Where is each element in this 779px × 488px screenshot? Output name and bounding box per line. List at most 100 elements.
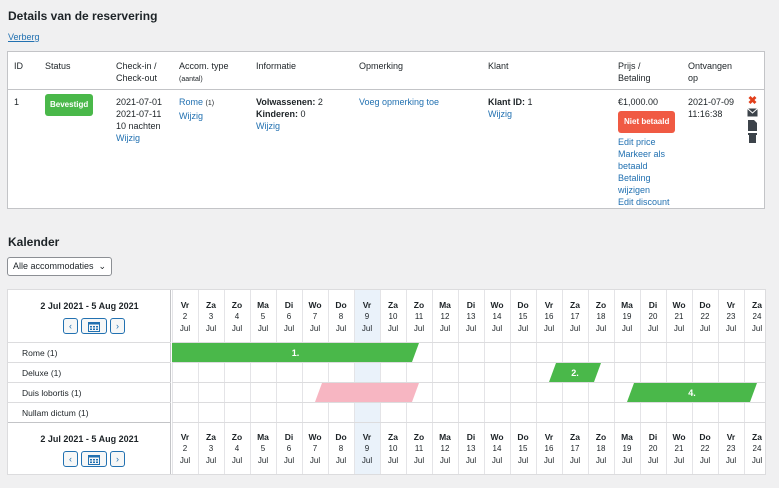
room-row-duis-lobortis: Duis lobortis (1) (8, 382, 171, 402)
day-header: Vr 16 Jul (543, 300, 555, 333)
range-title: 2 Jul 2021 - 5 Aug 2021 (40, 434, 139, 444)
day-header: Za 24 Jul (751, 300, 763, 333)
day-header: Ma 19 Jul (621, 432, 633, 465)
day-header: Do 22 Jul (699, 432, 711, 465)
day-header: Zo 11 Jul (413, 300, 425, 333)
trash-icon[interactable] (747, 132, 758, 143)
day-header: Za 17 Jul (569, 432, 581, 465)
calendar-heading: Kalender (8, 235, 60, 249)
room-row-deluxe: Deluxe (1) (8, 362, 171, 382)
prev-button[interactable]: ‹ (63, 318, 78, 334)
details-heading: Details van de reservering (8, 9, 158, 23)
col-checkin: Check-in / Check-out (116, 61, 158, 83)
calendar-days-grid: Vr 2 Jul Za 3 Jul Zo 4 Jul Ma 5 Jul Di 6 Jul Wo 7 Jul Do 8 J… (172, 290, 765, 474)
col-client: Klant (488, 61, 509, 71)
day-header: Do 8 Jul (335, 300, 347, 333)
day-header: Vr 9 Jul (361, 300, 373, 333)
room-row-rome: Rome (1) (8, 342, 171, 362)
col-status: Status (45, 61, 71, 71)
client-cell: Klant ID: 1 Wijzig (488, 97, 533, 119)
day-header: Ma 5 Jul (257, 300, 269, 333)
col-id: ID (14, 61, 23, 71)
calendar-room-column: 2 Jul 2021 - 5 Aug 2021 ‹ › Rome (1) Del… (8, 290, 171, 474)
col-received: Ontvangen op (688, 61, 733, 83)
calendar-icon[interactable] (81, 451, 107, 467)
day-header: Vr 23 Jul (725, 300, 737, 333)
day-header: Wo 7 Jul (308, 300, 322, 333)
edit-client-link[interactable]: Wijzig (488, 109, 512, 119)
day-header: Zo 4 Jul (231, 300, 243, 333)
dates-cell: 2021-07-01 2021-07-11 10 nachten Wijzig (116, 97, 163, 143)
day-header: Vr 23 Jul (725, 432, 737, 465)
day-header: Vr 2 Jul (179, 432, 191, 465)
price-cell: €1,000.00 Niet betaald Edit price Markee… (618, 96, 676, 208)
day-header: Vr 9 Jul (361, 432, 373, 465)
row-gridline (172, 362, 765, 363)
day-header: Za 10 Jul (387, 300, 399, 333)
accommodation-filter-select[interactable]: Alle accommodaties ⌄ (7, 257, 112, 276)
booking-bar[interactable]: 2. (549, 363, 601, 382)
day-header: Di 13 Jul (465, 300, 477, 333)
day-header: Zo 11 Jul (413, 432, 425, 465)
range-title: 2 Jul 2021 - 5 Aug 2021 (40, 301, 139, 311)
row-gridline (172, 402, 765, 403)
day-header: Di 13 Jul (465, 432, 477, 465)
day-header: Wo 21 Jul (672, 432, 686, 465)
day-header: Di 6 Jul (283, 432, 295, 465)
day-header: Vr 2 Jul (179, 300, 191, 333)
day-header: Ma 5 Jul (257, 432, 269, 465)
booking-calendar: 2 Jul 2021 - 5 Aug 2021 ‹ › Rome (1) Del… (7, 289, 766, 475)
edit-discount-link[interactable]: Edit discount (618, 197, 670, 207)
hide-link[interactable]: Verberg (8, 32, 40, 42)
day-header: Ma 12 Jul (439, 432, 451, 465)
col-info: Informatie (256, 61, 297, 71)
header-divider (8, 89, 764, 90)
email-icon[interactable] (747, 108, 758, 119)
next-button[interactable]: › (110, 318, 125, 334)
day-header: Do 8 Jul (335, 432, 347, 465)
day-header: Do 15 Jul (517, 300, 529, 333)
day-header: Di 20 Jul (647, 432, 659, 465)
day-header: Ma 19 Jul (621, 300, 633, 333)
payment-status-badge: Niet betaald (618, 111, 676, 133)
row-actions: ✖ (747, 96, 759, 144)
booking-bar[interactable]: 4. (627, 383, 757, 402)
day-header: Za 24 Jul (751, 432, 763, 465)
row-gridline (172, 382, 765, 383)
day-header: Za 10 Jul (387, 432, 399, 465)
day-header: Wo 7 Jul (308, 432, 322, 465)
col-accom: Accom. type (aantal) (179, 61, 229, 83)
change-payment-link[interactable]: Betaling wijzigen (618, 173, 651, 195)
room-row-nullam-dictum: Nullam dictum (1) (8, 402, 171, 422)
edit-price-link[interactable]: Edit price (618, 137, 656, 147)
calendar-icon[interactable] (81, 318, 107, 334)
next-button[interactable]: › (110, 451, 125, 467)
accom-link[interactable]: Rome (179, 97, 203, 107)
edit-dates-link[interactable]: Wijzig (116, 133, 140, 143)
day-header: Di 20 Jul (647, 300, 659, 333)
document-icon[interactable] (747, 120, 758, 131)
day-header: Za 17 Jul (569, 300, 581, 333)
delete-icon[interactable]: ✖ (747, 96, 758, 107)
row-id: 1 (14, 97, 20, 107)
edit-info-link[interactable]: Wijzig (256, 121, 280, 131)
edit-accom-link[interactable]: Wijzig (179, 111, 203, 121)
day-header: Za 3 Jul (205, 432, 217, 465)
calendar-range-top: 2 Jul 2021 - 5 Aug 2021 ‹ › (8, 290, 171, 342)
booking-bar[interactable] (315, 383, 419, 402)
add-note-link[interactable]: Voeg opmerking toe (359, 97, 439, 107)
day-header: Do 15 Jul (517, 432, 529, 465)
reservation-details-table: ID Status Check-in / Check-out Accom. typ… (7, 51, 765, 209)
prev-button[interactable]: ‹ (63, 451, 78, 467)
booking-bar[interactable]: 1. (172, 343, 419, 362)
col-note: Opmerking (359, 61, 404, 71)
chevron-down-icon: ⌄ (98, 261, 106, 271)
col-price: Prijs / Betaling (618, 61, 651, 83)
day-header: Zo 18 Jul (595, 300, 607, 333)
row-gridline (172, 342, 765, 343)
day-header: Vr 16 Jul (543, 432, 555, 465)
day-header: Ma 12 Jul (439, 300, 451, 333)
received-cell: 2021-07-09 11:16:38 (688, 97, 735, 119)
mark-paid-link[interactable]: Markeer als betaald (618, 149, 665, 171)
status-badge: Bevestigd (45, 94, 94, 116)
